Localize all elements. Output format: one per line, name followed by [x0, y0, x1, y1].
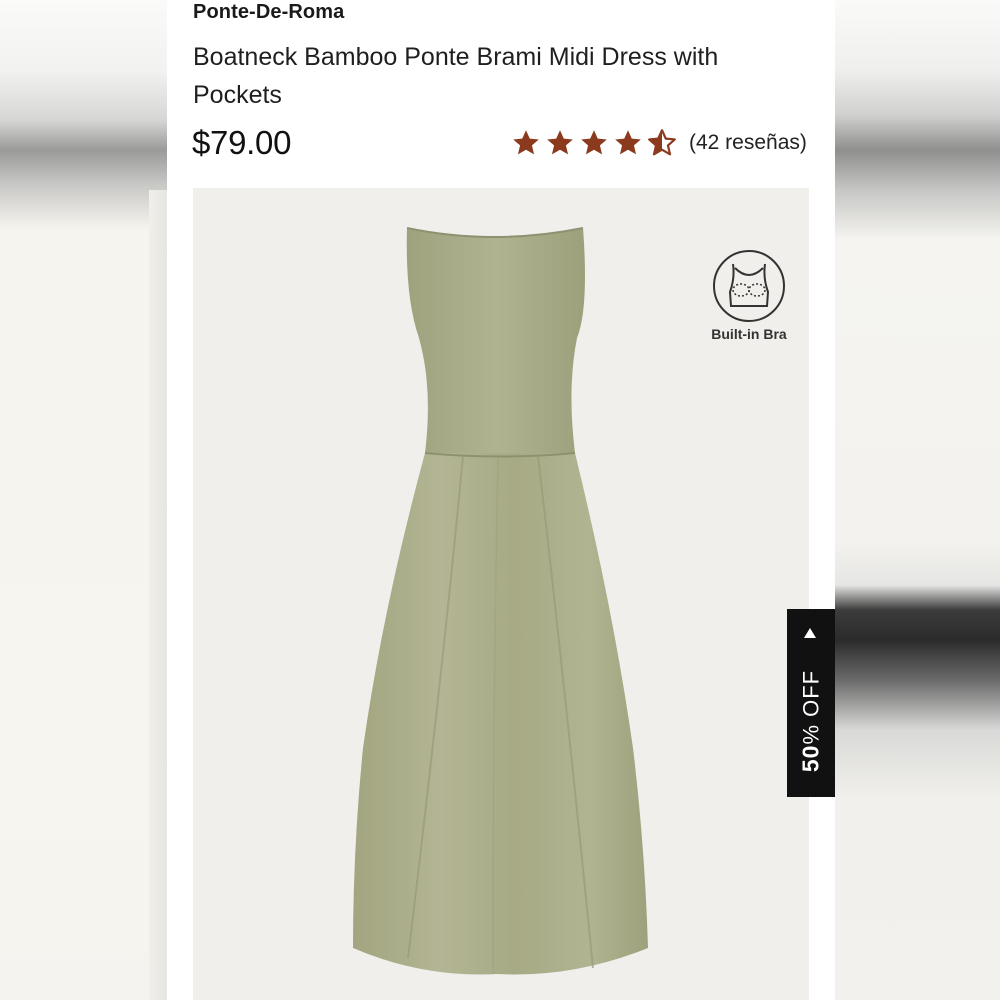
caret-left-icon [804, 628, 816, 638]
star-half-icon [647, 129, 677, 157]
blurred-background-right [835, 0, 1000, 1000]
discount-label: 50% OFF [798, 670, 825, 772]
built-in-bra-label: Built-in Bra [711, 326, 787, 342]
product-title[interactable]: Boatneck Bamboo Ponte Brami Midi Dress w… [193, 38, 793, 114]
product-price: $79.00 [192, 124, 292, 161]
blurred-background-left [0, 0, 167, 1000]
star-full-icon [579, 129, 609, 157]
review-count[interactable]: (42 reseñas) [689, 131, 807, 155]
product-image[interactable]: Built-in Bra [193, 188, 809, 1000]
product-card: Ponte-De-Roma Boatneck Bamboo Ponte Bram… [167, 0, 835, 1000]
brand-name[interactable]: Ponte-De-Roma [193, 1, 344, 24]
discount-tab[interactable]: 50% OFF [787, 609, 835, 797]
discount-percent: 50 [797, 744, 824, 773]
star-full-icon [613, 129, 643, 157]
star-full-icon [511, 129, 541, 157]
star-rating [511, 129, 677, 157]
rating[interactable]: (42 reseñas) [511, 126, 807, 160]
built-in-bra-badge: Built-in Bra [699, 248, 799, 342]
built-in-bra-icon [713, 250, 785, 322]
blurred-edge [149, 190, 167, 1000]
star-full-icon [545, 129, 575, 157]
discount-suffix: % OFF [798, 669, 824, 745]
